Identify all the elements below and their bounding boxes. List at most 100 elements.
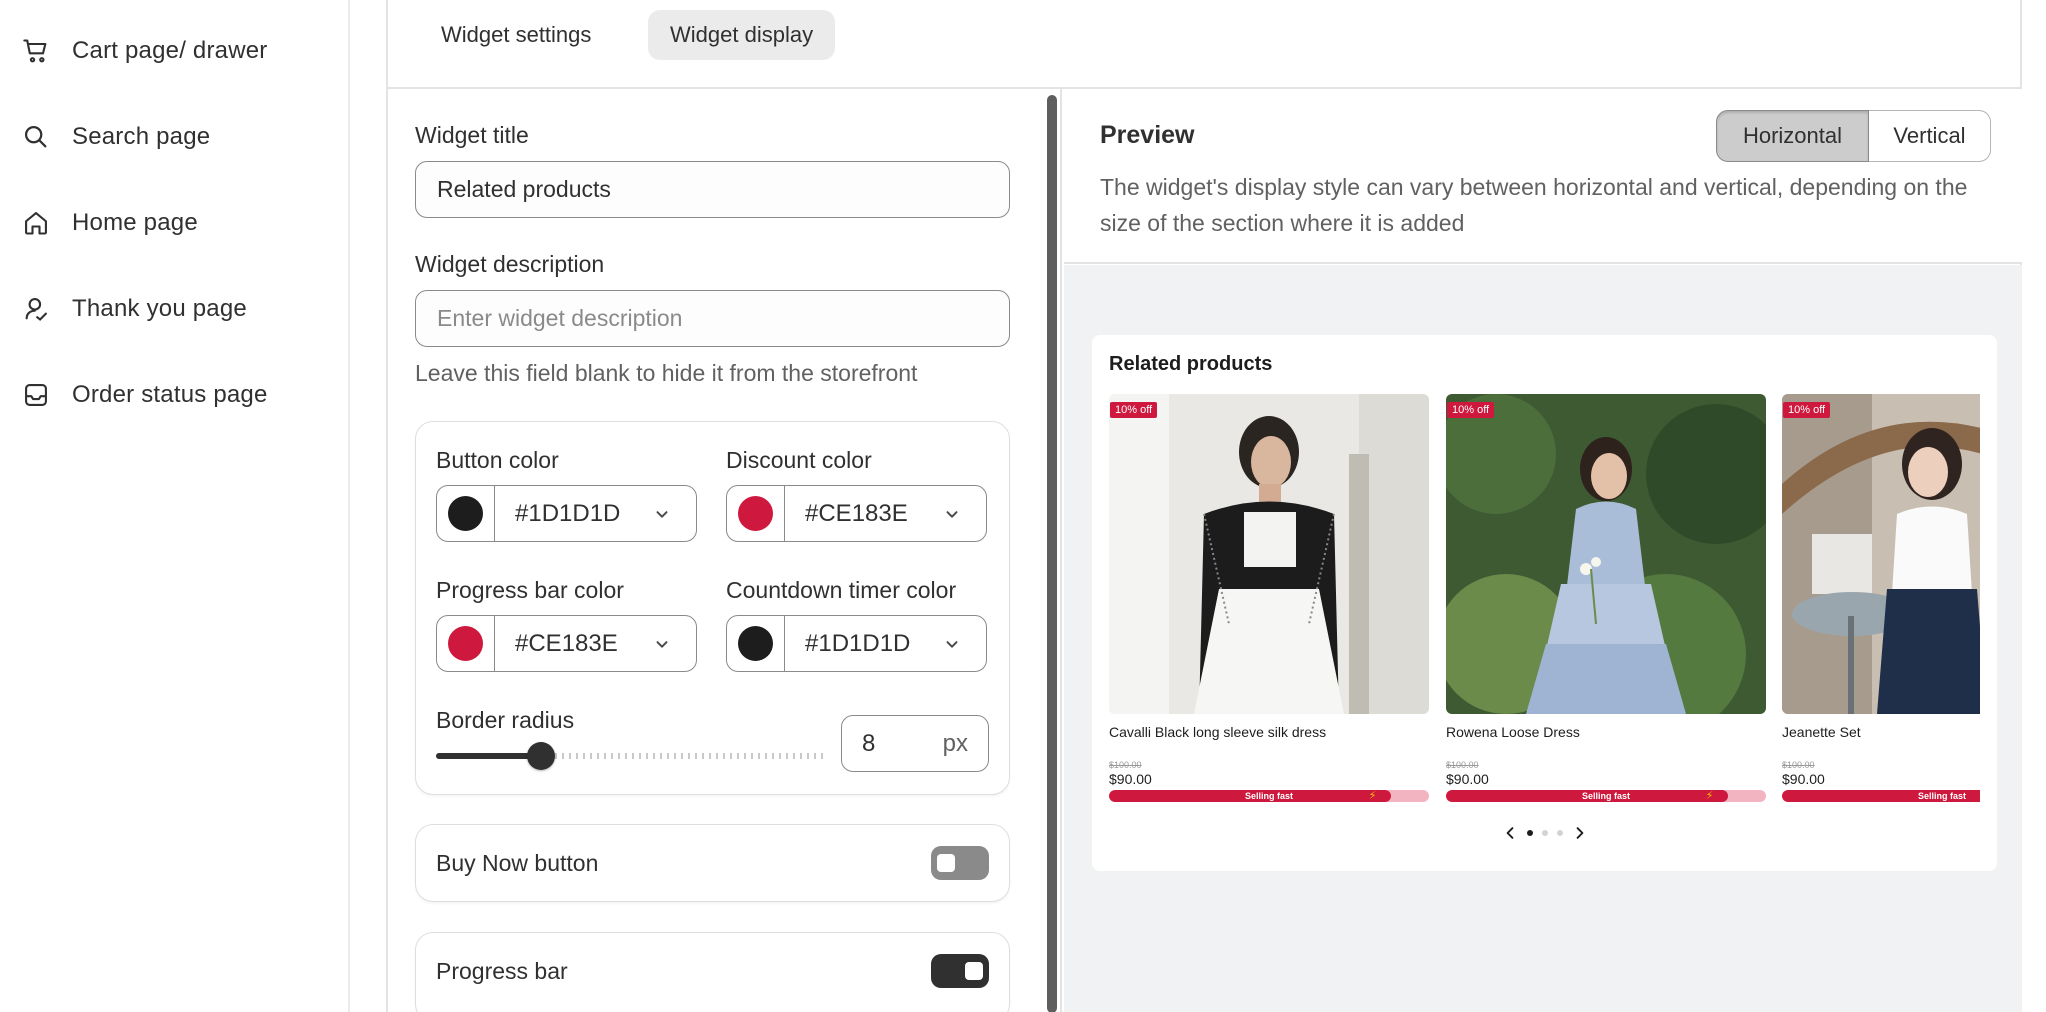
settings-scrollbar[interactable] xyxy=(1047,95,1057,1012)
swatch-container xyxy=(437,616,495,671)
chevron-down-icon[interactable] xyxy=(932,505,972,523)
preview-description: The widget's display style can vary betw… xyxy=(1100,174,1968,236)
buy-now-label: Buy Now button xyxy=(436,850,599,876)
toggle-knob xyxy=(937,854,955,872)
sidebar-item-label: Home page xyxy=(72,209,198,236)
discount-color-label: Discount color xyxy=(726,447,872,473)
chevron-right-icon[interactable] xyxy=(1572,825,1588,841)
progress-label: Selling fast xyxy=(1581,791,1630,801)
widget-title: Related products xyxy=(1109,353,1273,375)
progress-bar-toggle-label: Progress bar xyxy=(436,958,568,984)
product-name[interactable]: Rowena Loose Dress xyxy=(1446,724,1766,740)
chevron-down-icon[interactable] xyxy=(932,635,972,653)
product-old-price: $100.00 xyxy=(1109,760,1142,770)
color-swatch[interactable] xyxy=(738,496,773,531)
sidebar-item-home-page[interactable]: Home page xyxy=(22,203,198,243)
border-radius-input[interactable]: 8 px xyxy=(841,715,989,772)
main-panel: Widget settings Widget display Widget ti… xyxy=(386,0,2022,1012)
button-color-picker[interactable]: #1D1D1D xyxy=(436,485,697,542)
color-swatch[interactable] xyxy=(448,496,483,531)
progress-bar-card: Progress bar xyxy=(415,932,1010,1012)
orientation-vertical-button[interactable]: Vertical xyxy=(1869,110,1991,162)
preview-canvas: Related products 10% off Cavalli Black l… xyxy=(1064,265,2022,1012)
lightning-icon: ⚡ xyxy=(1705,790,1714,802)
discount-badge: 10% off xyxy=(1447,402,1495,418)
search-icon xyxy=(24,125,47,148)
product-price: $90.00 xyxy=(1446,771,1489,787)
tab-bar: Widget settings Widget display xyxy=(388,0,2020,89)
swatch-container xyxy=(727,616,785,671)
slider-fill xyxy=(436,753,542,759)
progress-label: Selling fast xyxy=(1244,791,1293,801)
appearance-card: Button color #1D1D1D Discount color #CE1… xyxy=(415,421,1010,795)
sidebar-item-thank-you-page[interactable]: Thank you page xyxy=(22,289,247,329)
widget-title-label: Widget title xyxy=(415,122,529,148)
buy-now-toggle[interactable] xyxy=(931,846,989,880)
countdown-timer-color-picker[interactable]: #1D1D1D xyxy=(726,615,987,672)
discount-color-picker[interactable]: #CE183E xyxy=(726,485,987,542)
widget-title-input[interactable]: Related products xyxy=(415,161,1010,218)
product-image[interactable]: 10% off xyxy=(1446,394,1766,714)
swatch-container xyxy=(437,486,495,541)
product-card[interactable]: 10% off Cavalli Black long sleeve silk d… xyxy=(1109,394,1429,802)
widget-description-input[interactable]: Enter widget description xyxy=(415,290,1010,347)
carousel-nav xyxy=(1502,825,1588,841)
product-name[interactable]: Cavalli Black long sleeve silk dress xyxy=(1109,724,1429,740)
progress-label: Selling fast xyxy=(1917,791,1966,801)
chevron-down-icon[interactable] xyxy=(642,635,682,653)
product-card[interactable]: 10% off Rowena Loose Dress $100.00 $90.0… xyxy=(1446,394,1766,802)
discount-color-value: #CE183E xyxy=(805,499,908,527)
color-swatch[interactable] xyxy=(448,626,483,661)
product-image[interactable]: 10% off xyxy=(1782,394,1980,714)
sidebar-item-search-page[interactable]: Search page xyxy=(22,117,210,157)
carousel-dot[interactable] xyxy=(1527,830,1533,836)
product-old-price: $100.00 xyxy=(1446,760,1479,770)
inbox-icon xyxy=(25,384,47,406)
product-old-price: $100.00 xyxy=(1782,760,1815,770)
discount-badge: 10% off xyxy=(1783,402,1831,418)
border-radius-slider[interactable] xyxy=(436,742,826,770)
related-products-widget: Related products 10% off Cavalli Black l… xyxy=(1092,335,1997,871)
product-name[interactable]: Jeanette Set xyxy=(1782,724,1980,740)
border-radius-label: Border radius xyxy=(436,707,575,733)
discount-badge: 10% off xyxy=(1110,402,1158,418)
product-card[interactable]: 10% off Jeanette Set $100.00 $90.00 Sell… xyxy=(1782,394,1980,802)
preview-title: Preview xyxy=(1100,121,1195,149)
chevron-down-icon[interactable] xyxy=(642,505,682,523)
swatch-container xyxy=(727,486,785,541)
preview-header: Preview Horizontal Vertical The widget's… xyxy=(1064,89,2022,264)
color-swatch[interactable] xyxy=(738,626,773,661)
carousel-dot[interactable] xyxy=(1557,830,1563,836)
buy-now-card: Buy Now button xyxy=(415,824,1010,902)
tab-widget-settings[interactable]: Widget settings xyxy=(419,10,613,60)
carousel-dot[interactable] xyxy=(1542,830,1548,836)
progress-bar-color-label: Progress bar color xyxy=(436,577,624,603)
chevron-left-icon[interactable] xyxy=(1502,825,1518,841)
countdown-timer-color-value: #1D1D1D xyxy=(805,629,911,657)
button-color-label: Button color xyxy=(436,447,559,473)
border-radius-value: 8 xyxy=(862,729,876,757)
sidebar-item-order-status-page[interactable]: Order status page xyxy=(22,375,268,415)
lightning-icon: ⚡ xyxy=(1368,790,1377,802)
product-price: $90.00 xyxy=(1782,771,1825,787)
sidebar-nav: Cart page/ drawer Search page Home page … xyxy=(0,0,350,1012)
progress-bar-toggle[interactable] xyxy=(931,954,989,988)
product-price: $90.00 xyxy=(1109,771,1152,787)
button-color-value: #1D1D1D xyxy=(515,499,621,527)
countdown-timer-color-label: Countdown timer color xyxy=(726,577,957,603)
slider-handle[interactable] xyxy=(527,742,556,770)
orientation-horizontal-button[interactable]: Horizontal xyxy=(1716,110,1869,162)
sidebar-item-label: Thank you page xyxy=(72,295,247,322)
product-image[interactable]: 10% off xyxy=(1109,394,1429,714)
sidebar-item-cart-page[interactable]: Cart page/ drawer xyxy=(22,31,268,71)
toggle-knob xyxy=(965,962,983,980)
progress-bar-color-picker[interactable]: #CE183E xyxy=(436,615,697,672)
tab-widget-display[interactable]: Widget display xyxy=(648,10,836,60)
product-carousel: 10% off Cavalli Black long sleeve silk d… xyxy=(1109,394,1980,814)
sidebar-item-label: Search page xyxy=(72,123,211,150)
widget-description-label: Widget description xyxy=(415,251,605,277)
selling-fast-bar: Selling fast ⚡ xyxy=(1446,790,1766,802)
progress-bar-color-value: #CE183E xyxy=(515,629,618,657)
sidebar-item-label: Order status page xyxy=(72,381,268,408)
selling-fast-bar: Selling fast ⚡ xyxy=(1109,790,1429,802)
